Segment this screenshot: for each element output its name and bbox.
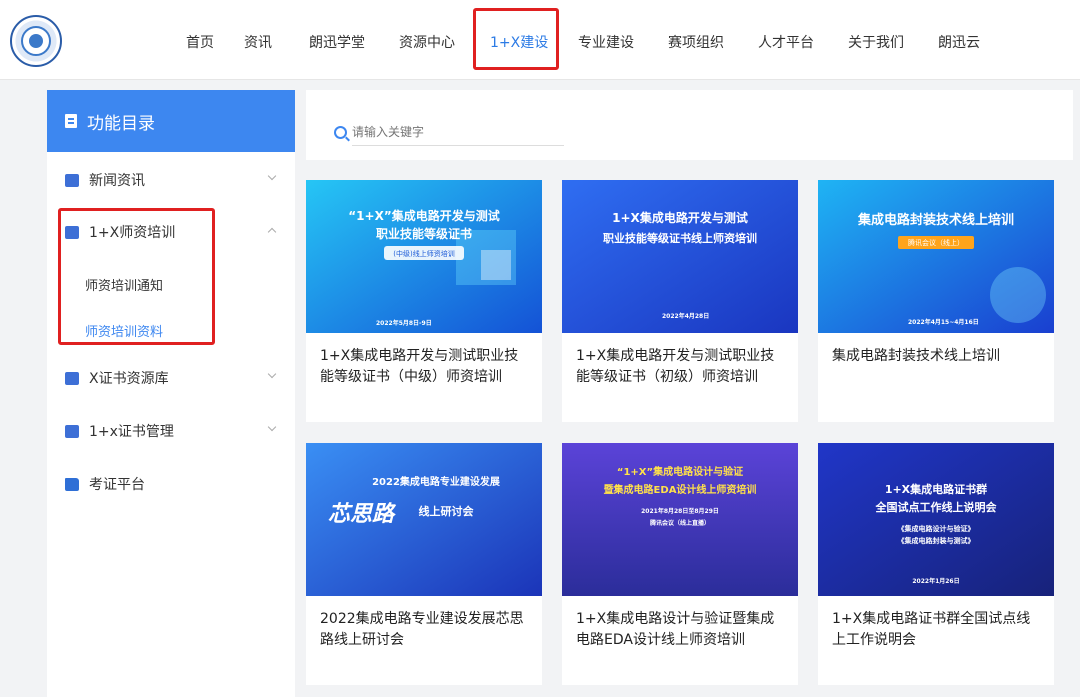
poster-date: 2021年8月28日至8月29日 [641,507,719,515]
poster-line4: 《集成电路封装与测试》 [898,536,975,545]
card-title[interactable]: 1+X集成电路证书群全国试点线上工作说明会 [832,609,1044,651]
nav-talent[interactable]: 人才平台 [758,32,814,52]
sidebar-header: 功能目录 [47,90,295,152]
chevron-up-icon [267,227,277,237]
poster-line1: 2022集成电路专业建设发展 [372,475,500,488]
chevron-down-icon [267,369,277,379]
card-thumbnail: 集成电路封装技术线上培训 腾讯会议（线上） 2022年4月15~4月16日 [818,180,1054,333]
chevron-down-icon [267,422,277,432]
nav-major-construction[interactable]: 专业建设 [578,32,634,52]
poster-line1: 1+X集成电路证书群 [885,482,987,496]
poster-badge: (中级)线上师资培训 [393,249,454,258]
course-card[interactable]: 2022集成电路专业建设发展 芯思路 线上研讨会 2022集成电路专业建设发展芯… [306,443,542,685]
poster-line2: 职业技能等级证书线上师资培训 [603,231,757,245]
top-header: 首页 资讯 朗迅学堂 资源中心 1+X建设 专业建设 赛项组织 人才平台 关于我… [0,0,1080,80]
nav-home[interactable]: 首页 [186,32,214,52]
chevron-down-icon [267,171,277,181]
card-title[interactable]: 1+X集成电路设计与验证暨集成电路EDA设计线上师资培训 [576,609,788,651]
course-card[interactable]: 集成电路封装技术线上培训 腾讯会议（线上） 2022年4月15~4月16日 集成… [818,180,1054,422]
sidebar-item-news[interactable]: 新闻资讯 [47,158,295,202]
sidebar-item-label: 1+x证书管理 [89,424,174,440]
card-title[interactable]: 集成电路封装技术线上培训 [832,346,1044,367]
poster-line2: 芯思路 [328,502,397,527]
nav-news[interactable]: 资讯 [244,32,272,52]
course-card[interactable]: 1+X集成电路开发与测试 职业技能等级证书线上师资培训 2022年4月28日 1… [562,180,798,422]
news-icon [65,173,79,187]
card-thumbnail: 1+X集成电路开发与测试 职业技能等级证书线上师资培训 2022年4月28日 [562,180,798,333]
nav-academy[interactable]: 朗迅学堂 [309,32,365,52]
nav-resources[interactable]: 资源中心 [399,32,455,52]
poster-line1: “1+X”集成电路设计与验证 [617,465,743,478]
sidebar-item-exam-platform[interactable]: 考证平台 [47,462,295,506]
poster-date: 2022年4月28日 [662,312,709,320]
card-thumbnail: “1+X”集成电路设计与验证 暨集成电路EDA设计线上师资培训 2021年8月2… [562,443,798,596]
poster-badge: 腾讯会议（线上） [908,238,964,247]
card-thumbnail: 2022集成电路专业建设发展 芯思路 线上研讨会 [306,443,542,596]
book-icon [65,424,79,438]
sidebar-item-cert-management[interactable]: 1+x证书管理 [47,409,295,453]
nav-about[interactable]: 关于我们 [848,32,904,52]
nav-annotation-box [473,8,559,70]
card-thumbnail: 1+X集成电路证书群 全国试点工作线上说明会 《集成电路设计与验证》 《集成电路… [818,443,1054,596]
poster-line1: 1+X集成电路开发与测试 [612,210,748,225]
search-bar [306,90,1073,160]
sidebar-annotation-box [58,208,215,345]
poster-line2: 职业技能等级证书 [376,226,472,241]
poster-date: 2022年5月8日-9日 [376,319,432,327]
poster-line3: 线上研讨会 [419,504,475,518]
nav-competition[interactable]: 赛项组织 [668,32,724,52]
sidebar-item-label: X证书资源库 [89,371,169,387]
course-card[interactable]: 1+X集成电路证书群 全国试点工作线上说明会 《集成电路设计与验证》 《集成电路… [818,443,1054,685]
sidebar-item-x-cert-library[interactable]: X证书资源库 [47,356,295,400]
sidebar-title: 功能目录 [87,113,155,134]
course-card[interactable]: “1+X”集成电路设计与验证 暨集成电路EDA设计线上师资培训 2021年8月2… [562,443,798,685]
poster-date: 2022年4月15~4月16日 [908,318,979,326]
sidebar: 功能目录 新闻资讯 1+X师资培训 师资培训通知 师资培训资料 X证书资源库 1… [47,90,295,697]
sidebar-item-label: 新闻资讯 [89,173,145,189]
search-input[interactable] [352,118,564,146]
card-title[interactable]: 1+X集成电路开发与测试职业技能等级证书（中级）师资培训 [320,346,532,388]
card-thumbnail: “1+X”集成电路开发与测试 职业技能等级证书 (中级)线上师资培训 2022年… [306,180,542,333]
card-title[interactable]: 1+X集成电路开发与测试职业技能等级证书（初级）师资培训 [576,346,788,388]
menu-icon [65,114,77,128]
book-icon [65,371,79,385]
poster-line2: 全国试点工作线上说明会 [875,500,998,514]
course-card[interactable]: “1+X”集成电路开发与测试 职业技能等级证书 (中级)线上师资培训 2022年… [306,180,542,422]
poster-date: 2022年1月26日 [912,577,959,585]
nav-cloud[interactable]: 朗迅云 [938,32,980,52]
poster-line3: 《集成电路设计与验证》 [898,524,975,533]
poster-line2: 暨集成电路EDA设计线上师资培训 [604,483,757,496]
folder-icon [65,477,79,491]
poster-badge: 腾讯会议（线上直播） [649,519,710,527]
search-icon[interactable] [334,126,347,139]
sidebar-item-label: 考证平台 [89,477,145,493]
poster-line1: “1+X”集成电路开发与测试 [348,208,499,223]
poster-line1: 集成电路封装技术线上培训 [857,212,1014,228]
card-title[interactable]: 2022集成电路专业建设发展芯思路线上研讨会 [320,609,532,651]
